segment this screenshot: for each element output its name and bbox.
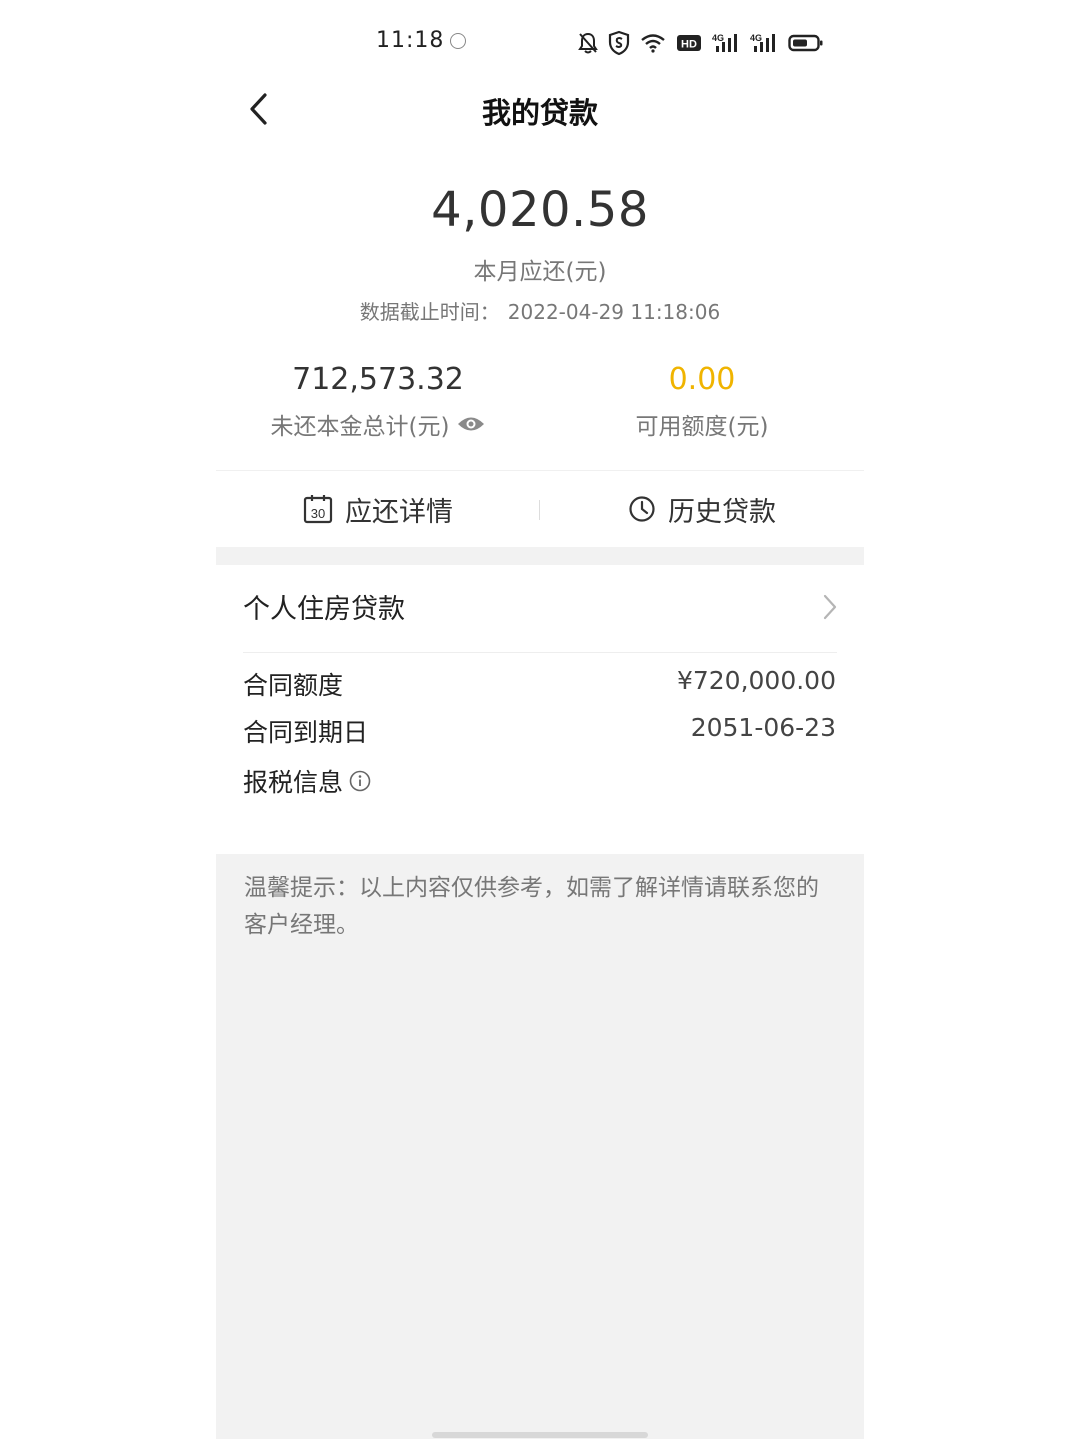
calendar-day: 30 (311, 506, 325, 521)
clock-icon (629, 496, 655, 522)
nav-bar: 我的贷款 (216, 86, 864, 132)
battery-icon (788, 34, 823, 52)
hd-icon: HD (677, 35, 701, 51)
wifi-icon (641, 34, 665, 53)
mute-bell-icon (578, 32, 598, 54)
network-label: 4G (712, 33, 724, 43)
cutoff-value: 2022-04-29 11:18:06 (507, 300, 721, 324)
status-bar: 11:18 HD 4G 4G (216, 0, 864, 86)
hd-label: HD (681, 39, 697, 51)
history-loans-label: 历史贷款 (668, 496, 776, 528)
contract-amount-row: 合同额度 ¥720,000.00 (243, 666, 836, 706)
status-time: 11:18 (376, 28, 445, 53)
tips-text: 温馨提示：以上内容仅供参考，如需了解详情请联系您的客户经理。 (244, 875, 819, 938)
home-indicator[interactable] (432, 1432, 648, 1438)
shield-icon (608, 30, 630, 56)
section-gap (216, 547, 864, 565)
page-title: 我的贷款 (481, 96, 598, 130)
loan-item-header[interactable]: 个人住房贷款 (216, 565, 864, 653)
tax-info-label-row: 报税信息 (243, 763, 371, 799)
signal-4g-icon: 4G (750, 33, 775, 52)
principal-label-row: 未还本金总计(元) (216, 407, 540, 441)
eye-icon[interactable] (457, 415, 485, 433)
divider (243, 652, 837, 653)
tax-info-label: 报税信息 (243, 768, 344, 797)
available-credit-label: 可用额度(元) (635, 414, 769, 440)
credit-stat: 0.00 可用额度(元) (540, 362, 864, 441)
data-cutoff-time: 数据截止时间： 2022-04-29 11:18:06 (216, 296, 864, 325)
history-loans-button[interactable]: 历史贷款 (540, 472, 864, 546)
action-bar: 30 应还详情 历史贷款 (216, 472, 864, 546)
info-icon[interactable] (349, 770, 371, 792)
principal-label: 未还本金总计(元) (270, 414, 450, 440)
contract-maturity-label: 合同到期日 (243, 718, 369, 747)
cutoff-label: 数据截止时间： (359, 300, 500, 324)
app-notification-icon (450, 33, 466, 49)
calendar-icon: 30 (303, 495, 333, 524)
contract-amount-label: 合同额度 (243, 671, 344, 700)
chevron-right-icon (823, 594, 837, 620)
repayment-details-button[interactable]: 30 应还详情 (216, 472, 540, 546)
signal-4g-icon: 4G (712, 33, 737, 52)
loan-title: 个人住房贷款 (243, 594, 405, 625)
tips-area: 温馨提示：以上内容仅供参考，如需了解详情请联系您的客户经理。 (216, 854, 864, 1439)
contract-maturity-value: 2051-06-23 (690, 713, 836, 742)
tax-info-row[interactable]: 报税信息 (243, 763, 836, 803)
status-icons: HD 4G 4G (578, 28, 824, 58)
available-credit-label-row: 可用额度(元) (540, 407, 864, 441)
monthly-due-amount: 4,020.58 (431, 182, 649, 238)
monthly-due-label: 本月应还(元) (473, 259, 607, 285)
contract-maturity-row: 合同到期日 2051-06-23 (243, 713, 836, 753)
available-credit-value: 0.00 (668, 362, 736, 397)
principal-stat: 712,573.32 未还本金总计(元) (216, 362, 540, 441)
divider (216, 470, 864, 471)
contract-amount-value: ¥720,000.00 (676, 666, 836, 695)
network-label: 4G (750, 33, 762, 43)
repayment-details-label: 应还详情 (345, 496, 453, 528)
phone-screen: 11:18 HD 4G 4G 我的贷款 4,020.58 本月应还(元) 数据截… (216, 0, 864, 1439)
principal-value: 712,573.32 (292, 362, 464, 397)
